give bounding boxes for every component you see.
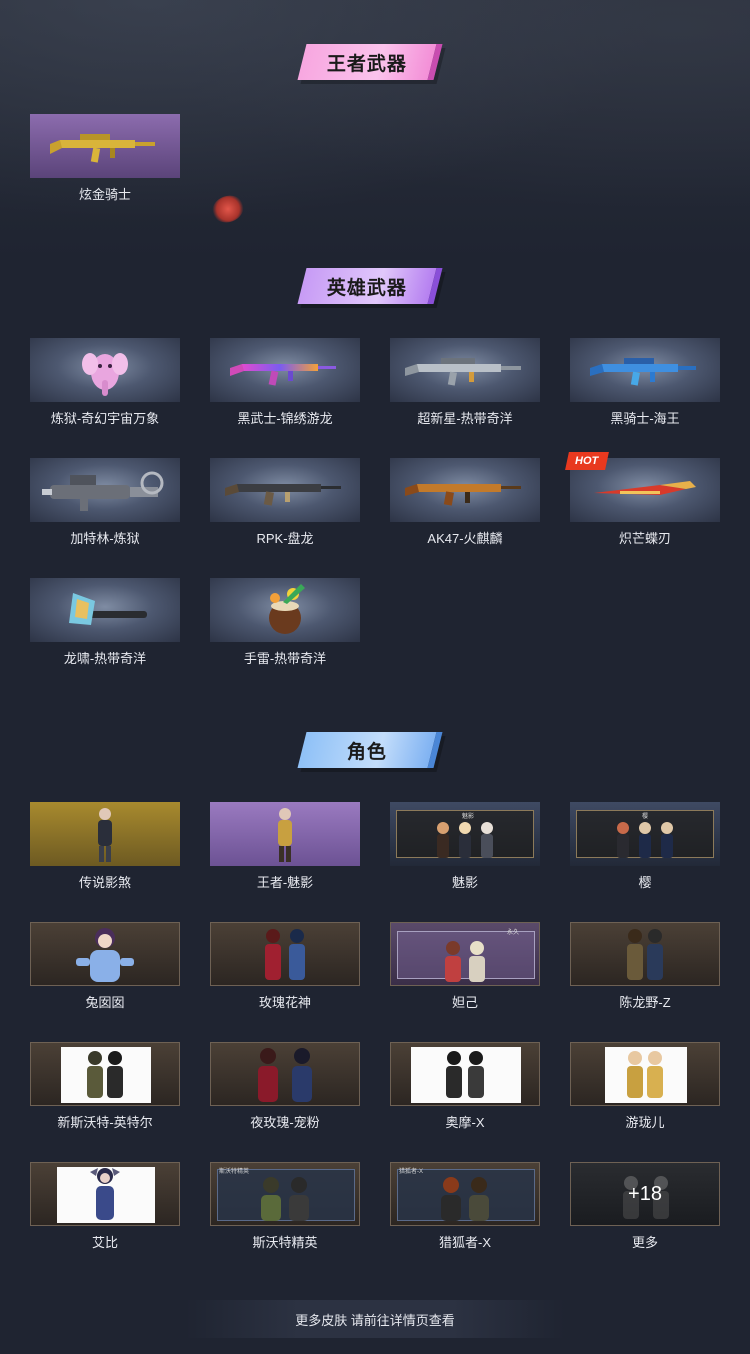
frame-caption: 猎狐者-X <box>399 1169 424 1175</box>
character-card[interactable] <box>30 802 180 866</box>
ak47-rifle-icon <box>405 484 521 506</box>
axe-icon <box>69 593 147 625</box>
weapon-label: 加特林-炼狱 <box>70 531 140 546</box>
frame-caption: 永久 <box>507 930 520 936</box>
weapon-label: 龙啸-热带奇洋 <box>63 651 147 666</box>
character-pair-icon <box>627 1051 663 1098</box>
character-pair-icon <box>261 1177 309 1221</box>
character-pair-icon <box>87 1051 123 1098</box>
character-portrait-icon <box>278 808 292 862</box>
section-title: 英雄武器 <box>326 277 407 299</box>
blue-rifle-icon <box>590 358 696 386</box>
footer-text: 更多皮肤 请前往详情页查看 <box>295 1312 455 1328</box>
section-banner-king-weapons: 王者武器 <box>297 44 443 80</box>
character-card[interactable] <box>30 1042 180 1106</box>
character-label: 兔囡囡 <box>85 995 125 1010</box>
coconut-grenade-icon <box>269 584 305 634</box>
weapon-card-dragon-roar[interactable] <box>30 578 180 642</box>
character-group-icon <box>437 822 493 858</box>
character-label: 妲己 <box>451 995 478 1010</box>
section-banner-hero-weapons: 英雄武器 <box>297 268 443 304</box>
weapon-label: 黑骑士-海王 <box>610 411 680 426</box>
character-card[interactable]: 樱 <box>570 802 720 866</box>
weapon-card-gold-knight[interactable] <box>30 114 180 178</box>
character-pair-icon <box>441 1177 489 1221</box>
character-portrait-icon <box>90 1168 120 1220</box>
character-label: 陈龙野-Z <box>619 995 671 1010</box>
character-label: 奥摩-X <box>445 1115 485 1130</box>
gold-rifle-icon <box>50 134 155 163</box>
weapon-card-black-knight[interactable] <box>570 338 720 402</box>
character-label: 传说影煞 <box>78 875 131 890</box>
character-card[interactable] <box>210 1042 360 1106</box>
hot-badge: HOT <box>565 452 609 470</box>
pink-elephant-icon <box>82 353 128 396</box>
rpk-rifle-icon <box>225 484 341 506</box>
character-card[interactable]: 永久 <box>390 922 540 986</box>
weapon-card-ak47[interactable] <box>390 458 540 522</box>
character-card[interactable]: 魅影 <box>390 802 540 866</box>
weapon-card-gatling[interactable] <box>30 458 180 522</box>
rainbow-rifle-icon <box>230 364 336 386</box>
character-card[interactable] <box>390 1042 540 1106</box>
section-title: 王者武器 <box>326 53 407 75</box>
character-pair-icon <box>258 1048 312 1102</box>
weapon-card-elephant[interactable] <box>30 338 180 402</box>
weapon-label: 炫金骑士 <box>78 187 131 202</box>
character-card[interactable] <box>570 1042 720 1106</box>
character-label: 樱 <box>638 875 652 890</box>
character-label: 更多 <box>631 1235 658 1250</box>
weapon-label: 炽芒蝶刃 <box>618 531 671 546</box>
character-pair-icon <box>627 929 663 980</box>
weapon-card-rpk[interactable] <box>210 458 360 522</box>
weapon-card-black-warrior[interactable] <box>210 338 360 402</box>
character-pair-icon <box>265 929 305 980</box>
weapon-label: AK47-火麒麟 <box>427 531 503 546</box>
character-label: 艾比 <box>91 1235 118 1250</box>
character-pair-icon <box>445 941 485 982</box>
hot-badge-text: HOT <box>575 455 599 467</box>
weapon-label: 炼狱-奇幻宇宙万象 <box>50 411 160 426</box>
butterfly-blade-icon <box>594 481 696 495</box>
section-banner-characters: 角色 <box>297 732 443 768</box>
character-label: 新斯沃特-英特尔 <box>57 1115 153 1130</box>
character-card[interactable] <box>570 922 720 986</box>
weapon-label: 手雷-热带奇洋 <box>243 651 327 666</box>
section-title: 角色 <box>346 741 387 763</box>
more-characters-card[interactable]: +18 <box>570 1162 720 1226</box>
character-card[interactable] <box>30 922 180 986</box>
weapon-label: 超新星-热带奇洋 <box>417 411 513 426</box>
gatling-gun-icon <box>42 471 164 511</box>
weapon-label: 黑武士-锦绣游龙 <box>237 411 333 426</box>
character-label: 夜玫瑰-宠粉 <box>250 1115 320 1130</box>
character-label: 魅影 <box>451 875 478 890</box>
weapon-card-grenade[interactable] <box>210 578 360 642</box>
character-card[interactable]: 猎狐者-X <box>390 1162 540 1226</box>
character-card[interactable] <box>30 1162 180 1226</box>
character-card[interactable] <box>210 922 360 986</box>
character-portrait-icon <box>98 808 112 862</box>
character-card[interactable]: 斯沃特精英 <box>210 1162 360 1226</box>
more-count-overlay: +18 <box>628 1182 662 1205</box>
character-group-icon <box>617 822 673 858</box>
character-label: 游珑儿 <box>625 1115 665 1130</box>
character-card[interactable] <box>210 802 360 866</box>
weapon-card-supernova[interactable] <box>390 338 540 402</box>
character-label: 斯沃特精英 <box>252 1235 318 1250</box>
character-label: 王者-魅影 <box>256 875 314 890</box>
silver-rifle-icon <box>405 358 521 386</box>
character-portrait-icon <box>76 928 134 982</box>
character-label: 玫瑰花神 <box>258 995 311 1010</box>
weapon-label: RPK-盘龙 <box>256 531 314 546</box>
footer-more-skins-link[interactable]: 更多皮肤 请前往详情页查看 <box>185 1300 565 1338</box>
character-label: 猎狐者-X <box>438 1235 491 1250</box>
character-pair-icon <box>446 1051 484 1098</box>
